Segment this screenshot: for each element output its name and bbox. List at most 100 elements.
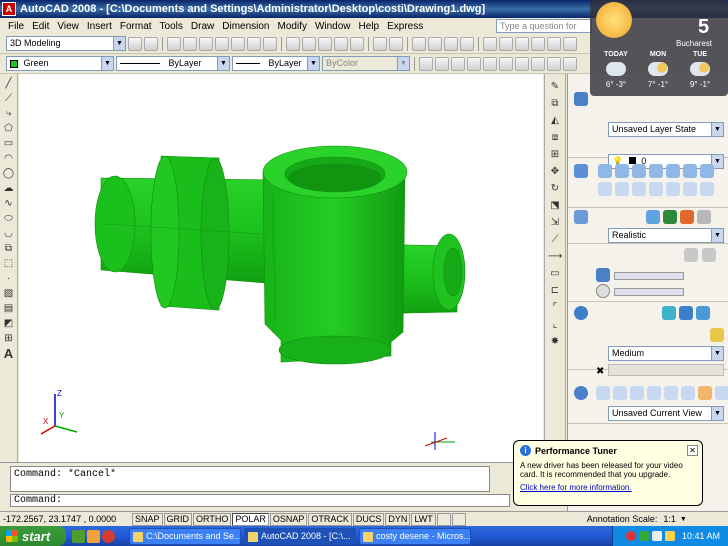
color-select[interactable]: Green ▼ [6, 56, 114, 71]
lwt-toggle[interactable]: LWT [411, 512, 436, 526]
pyramid-icon[interactable] [666, 164, 680, 178]
markup-icon[interactable] [547, 36, 561, 51]
rotate-icon[interactable]: ↻ [548, 182, 562, 196]
extrude-icon[interactable] [598, 182, 612, 196]
save-icon[interactable] [199, 36, 213, 51]
balloon-info-link[interactable]: Click here for more information. [520, 483, 696, 492]
chevron-down-icon[interactable]: ▼ [217, 57, 229, 70]
close-icon[interactable]: ✕ [687, 445, 698, 456]
brightness-slider[interactable] [614, 272, 684, 280]
visual-style-select[interactable]: Realistic ▼ [608, 228, 724, 243]
paste-icon[interactable] [318, 36, 332, 51]
model-space-icon[interactable] [436, 512, 451, 526]
offset-icon[interactable]: ⧈ [548, 131, 562, 145]
point-icon[interactable]: · [3, 273, 15, 285]
chevron-down-icon[interactable]: ▼ [101, 57, 113, 70]
extend-icon[interactable]: ⟶ [548, 250, 562, 264]
scale-icon[interactable]: ⬔ [548, 199, 562, 213]
move-icon[interactable]: ✥ [548, 165, 562, 179]
ellipse-icon[interactable]: ⬭ [3, 213, 15, 225]
tray-icon[interactable] [625, 531, 636, 541]
menu-dimension[interactable]: Dimension [218, 21, 273, 32]
region-icon[interactable]: ◩ [3, 318, 15, 330]
cone-icon[interactable] [632, 164, 646, 178]
annotation-scale-value[interactable]: 1:1 [663, 514, 676, 524]
view-se-iso-icon[interactable] [531, 56, 545, 71]
menu-edit[interactable]: Edit [28, 21, 53, 32]
close-x-icon[interactable]: ✖ [596, 366, 604, 377]
help-search-input[interactable]: Type a question for help [496, 19, 592, 43]
3d-make-icon[interactable] [574, 164, 588, 178]
view-ne-iso-icon[interactable] [547, 56, 561, 71]
redo-icon[interactable] [389, 36, 403, 51]
style-settings-icon[interactable] [697, 210, 711, 224]
chevron-down-icon[interactable]: ▼ [711, 347, 723, 360]
materials-icon[interactable] [662, 306, 676, 320]
layout-icon[interactable] [451, 512, 466, 526]
view-left-icon[interactable] [451, 56, 465, 71]
start-button[interactable]: start [0, 526, 66, 546]
pan-icon[interactable] [412, 36, 426, 51]
pan-nav-icon[interactable] [613, 386, 627, 400]
snap-toggle[interactable]: SNAP [132, 512, 163, 526]
task-autocad[interactable]: AutoCAD 2008 - [C:\... [244, 527, 356, 545]
explode-icon[interactable]: ✸ [548, 335, 562, 349]
named-view-select[interactable]: Unsaved Current View ▼ [608, 406, 724, 421]
3d-dwf-icon[interactable] [263, 36, 277, 51]
view-nw-iso-icon[interactable] [563, 56, 577, 71]
copy-object-icon[interactable]: ⧉ [548, 97, 562, 111]
break-icon[interactable]: ▭ [548, 267, 562, 281]
presspull-icon[interactable] [615, 182, 629, 196]
quick-launch-icon[interactable] [102, 529, 115, 543]
command-input[interactable]: Command: [10, 494, 510, 507]
sheet-set-icon[interactable] [531, 36, 545, 51]
ducs-toggle[interactable]: DUCS [352, 512, 385, 526]
weather-gadget[interactable]: 5 Bucharest TODAY MON TUE 6° -3° 7° -1° … [590, 0, 728, 96]
construction-line-icon[interactable]: ⟋ [3, 93, 15, 105]
spline-icon[interactable]: ∿ [3, 198, 15, 210]
cylinder-icon[interactable] [615, 164, 629, 178]
table-icon[interactable]: ⊞ [3, 333, 15, 345]
chevron-down-icon[interactable]: ▼ [307, 57, 319, 70]
menu-view[interactable]: View [53, 21, 83, 32]
chevron-down-icon[interactable]: ▼ [113, 37, 125, 50]
quick-launch-icon[interactable] [87, 529, 100, 543]
box-icon[interactable] [598, 164, 612, 178]
stretch-icon[interactable]: ⇲ [548, 216, 562, 230]
hatch-icon[interactable]: ▨ [3, 288, 15, 300]
revision-cloud-icon[interactable]: ☁ [3, 183, 15, 195]
performance-tuner-balloon[interactable]: i Performance Tuner ✕ A new driver has b… [513, 440, 703, 506]
zoom-realtime-icon[interactable] [428, 36, 442, 51]
fillet-icon[interactable]: ⌞ [548, 318, 562, 332]
view-bottom-icon[interactable] [435, 56, 449, 71]
union-icon[interactable] [683, 182, 697, 196]
tray-icon[interactable] [638, 531, 649, 541]
ellipse-arc-icon[interactable]: ◡ [3, 228, 15, 240]
chevron-down-icon[interactable]: ▼ [680, 516, 687, 523]
tray-icon[interactable] [651, 531, 662, 541]
brightness-icon[interactable] [596, 268, 610, 282]
insert-block-icon[interactable]: ⧉ [3, 243, 15, 255]
view-sw-iso-icon[interactable] [515, 56, 529, 71]
task-explorer[interactable]: C:\Documents and Se... [129, 527, 241, 545]
menu-express[interactable]: Express [383, 21, 427, 32]
contrast-slider[interactable] [614, 288, 684, 296]
view-top-icon[interactable] [419, 56, 433, 71]
lineweight-select[interactable]: ByLayer ▼ [232, 56, 320, 71]
array-icon[interactable]: ⊞ [548, 148, 562, 162]
render-exposure-slider[interactable] [608, 364, 724, 376]
quick-launch-icon[interactable] [72, 529, 85, 543]
menu-help[interactable]: Help [355, 21, 384, 32]
render-window-icon[interactable] [696, 306, 710, 320]
chevron-down-icon[interactable]: ▼ [711, 407, 723, 420]
task-word[interactable]: costy desene - Micros... [359, 527, 471, 545]
view-back-icon[interactable] [499, 56, 513, 71]
camera-icon[interactable] [681, 386, 695, 400]
loft-icon[interactable] [666, 182, 680, 196]
dyn-toggle[interactable]: DYN [385, 512, 411, 526]
quickcalc-icon[interactable] [563, 36, 577, 51]
render-quality-select[interactable]: Medium ▼ [608, 346, 724, 361]
cut-icon[interactable] [286, 36, 300, 51]
view-right-icon[interactable] [467, 56, 481, 71]
walk-icon[interactable] [647, 386, 661, 400]
